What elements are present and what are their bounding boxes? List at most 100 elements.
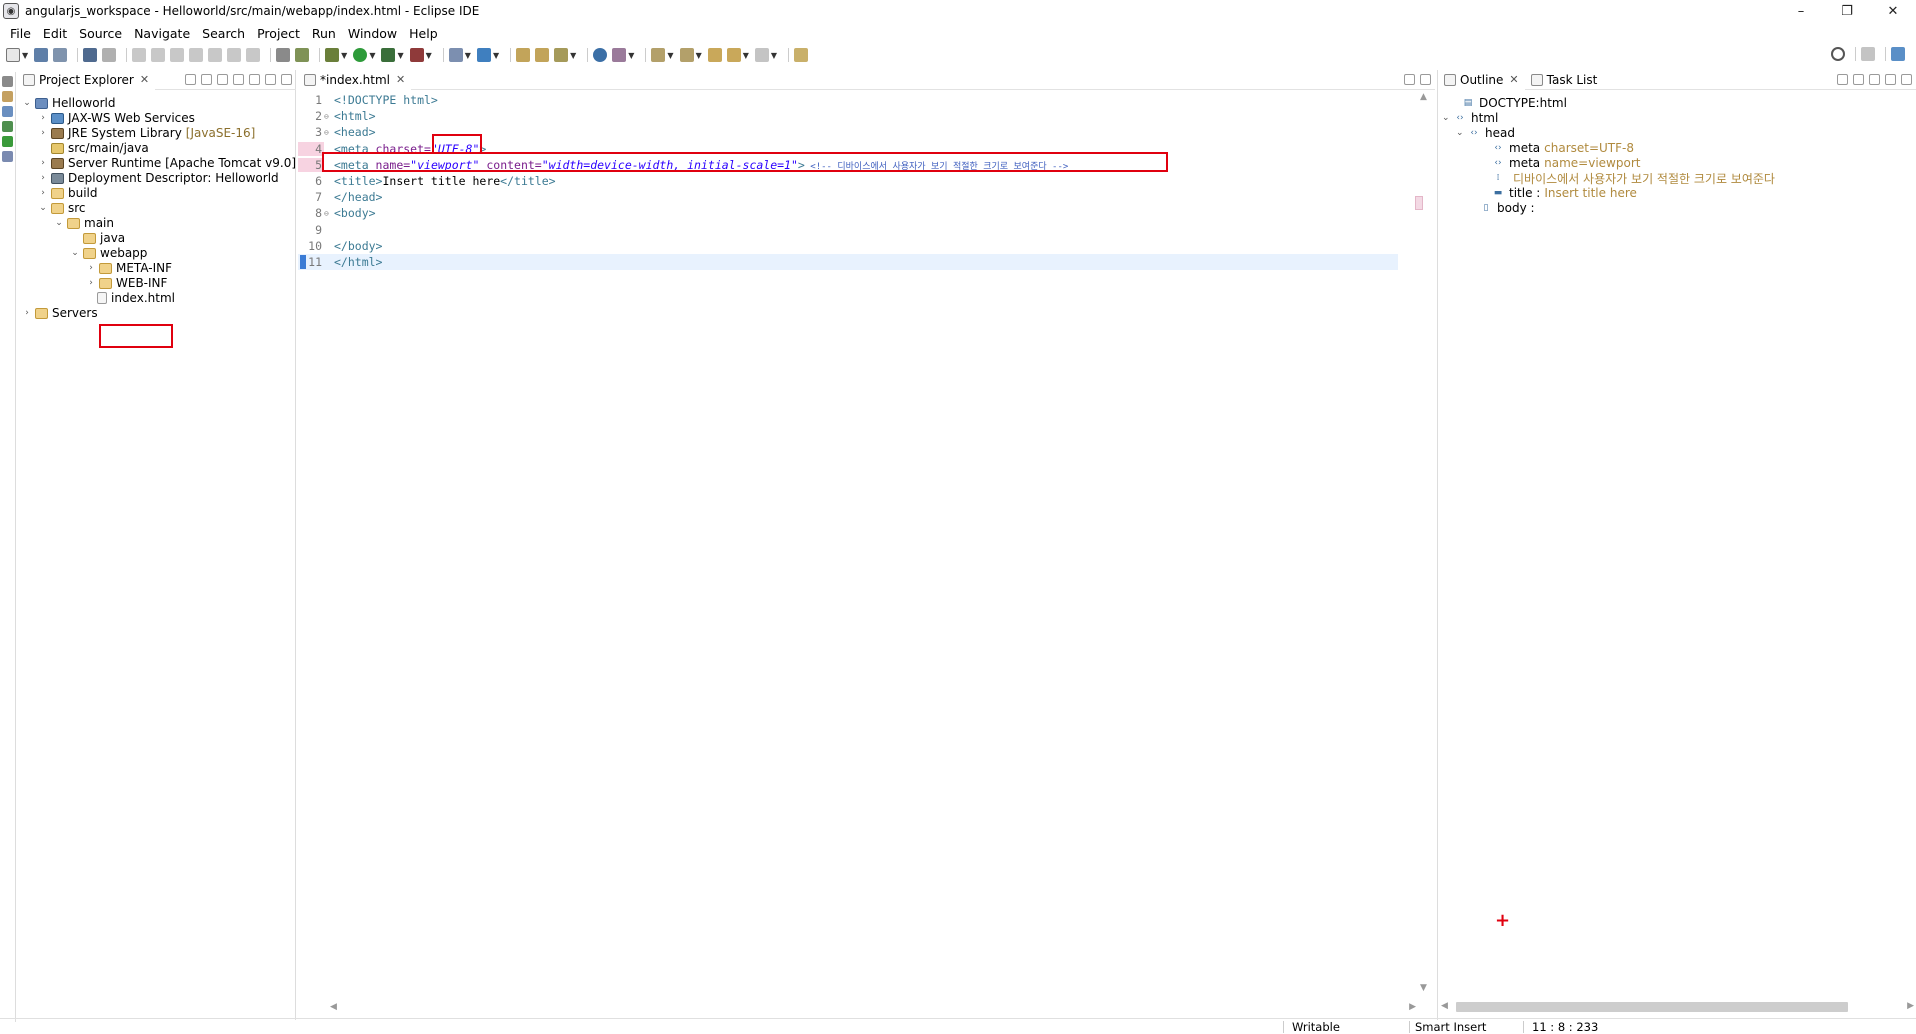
coverage-dropdown-icon[interactable]: ▼: [397, 51, 403, 60]
new-server-icon[interactable]: [448, 48, 463, 62]
tree-item[interactable]: › Servers: [21, 304, 97, 322]
menu-search[interactable]: Search: [196, 26, 251, 41]
menu-navigate[interactable]: Navigate: [128, 26, 196, 41]
minimize-button[interactable]: –: [1778, 0, 1824, 22]
step-over-icon[interactable]: [227, 48, 242, 62]
code-line[interactable]: 8 ⊖ <body>: [298, 205, 1398, 221]
next-annotation-dropdown-icon[interactable]: ▼: [667, 51, 673, 60]
save-all-icon[interactable]: [53, 48, 68, 62]
build-icon[interactable]: [295, 48, 310, 62]
focus-icon[interactable]: [233, 74, 244, 85]
restore-icon[interactable]: [2, 76, 13, 87]
menu-edit[interactable]: Edit: [37, 26, 73, 41]
menu-window[interactable]: Window: [342, 26, 403, 41]
debug-dropdown-icon[interactable]: ▼: [341, 51, 347, 60]
step-into-icon[interactable]: [208, 48, 223, 62]
chevron-right-icon[interactable]: ›: [37, 188, 49, 198]
chevron-right-icon[interactable]: ›: [37, 128, 49, 138]
status-insert-mode[interactable]: Smart Insert: [1415, 1020, 1486, 1034]
minimize-view-icon[interactable]: [1404, 74, 1415, 85]
markers-view-icon[interactable]: [2, 136, 13, 147]
chevron-down-icon[interactable]: ⌄: [1456, 128, 1468, 138]
outline-horizontal-scrollbar[interactable]: ◀ ▶: [1438, 1000, 1916, 1014]
servers-view-icon[interactable]: [2, 121, 13, 132]
back-icon[interactable]: [726, 48, 741, 62]
run-icon[interactable]: [353, 48, 368, 62]
last-edit-location-icon[interactable]: [707, 48, 722, 62]
web-browser-icon[interactable]: [593, 48, 608, 62]
terminate-icon[interactable]: [170, 48, 185, 62]
collapse-all-icon[interactable]: [185, 74, 196, 85]
fold-toggle-icon[interactable]: ⊖: [324, 128, 332, 137]
menu-run[interactable]: Run: [306, 26, 342, 41]
new-server-dropdown-icon[interactable]: ▼: [465, 51, 471, 60]
code-line[interactable]: 9: [298, 222, 1398, 238]
pin-editor-icon[interactable]: [794, 48, 809, 62]
chevron-right-icon[interactable]: ›: [85, 278, 97, 288]
forward-icon[interactable]: [754, 48, 769, 62]
chevron-down-icon[interactable]: ⌄: [53, 218, 65, 228]
tab-task-list[interactable]: Task List: [1525, 70, 1604, 90]
minimize-view-icon[interactable]: [1885, 74, 1896, 85]
open-perspective-icon[interactable]: [1861, 47, 1875, 61]
new-class-icon[interactable]: [476, 48, 491, 62]
save-icon[interactable]: [34, 48, 49, 62]
open-task-dropdown-icon[interactable]: ▼: [570, 51, 576, 60]
chevron-right-icon[interactable]: ›: [37, 173, 49, 183]
new-icon[interactable]: [6, 48, 20, 62]
close-icon[interactable]: ✕: [396, 73, 405, 86]
link-with-editor-icon[interactable]: [201, 74, 212, 85]
chevron-down-icon[interactable]: ⌄: [1442, 113, 1454, 123]
minimize-view-icon[interactable]: [265, 74, 276, 85]
chevron-right-icon[interactable]: ›: [37, 158, 49, 168]
code-line[interactable]: 6 <title>Insert title here</title>: [298, 173, 1398, 189]
external-tools-icon[interactable]: [409, 48, 424, 62]
skip-breakpoints-icon[interactable]: [102, 48, 117, 62]
editor-horizontal-scrollbar[interactable]: ◀ ▶: [328, 1002, 1418, 1014]
previous-annotation-dropdown-icon[interactable]: ▼: [696, 51, 702, 60]
scroll-left-icon[interactable]: ◀: [1441, 1001, 1448, 1011]
scrollbar-thumb[interactable]: [1456, 1002, 1848, 1012]
status-cursor-position[interactable]: 11 : 8 : 233: [1532, 1020, 1598, 1034]
java-ee-perspective-icon[interactable]: [1891, 47, 1905, 61]
back-dropdown-icon[interactable]: ▼: [743, 51, 749, 60]
next-annotation-icon[interactable]: [651, 48, 666, 62]
filter-icon[interactable]: [217, 74, 228, 85]
menu-file[interactable]: File: [4, 26, 37, 41]
view-menu-icon[interactable]: [249, 74, 260, 85]
package-explorer-icon[interactable]: [2, 91, 13, 102]
terminal-icon[interactable]: [83, 48, 98, 62]
maximize-view-icon[interactable]: [1420, 74, 1431, 85]
code-line[interactable]: 10 </body>: [298, 238, 1398, 254]
view-menu-icon[interactable]: [1869, 74, 1880, 85]
scroll-down-icon[interactable]: ▼: [1420, 983, 1427, 993]
open-task-icon[interactable]: [554, 48, 569, 62]
debug-icon[interactable]: [325, 48, 340, 62]
outline-item[interactable]: ▯ body :: [1468, 199, 1535, 217]
chevron-down-icon[interactable]: ⌄: [69, 248, 81, 258]
chevron-down-icon[interactable]: ⌄: [37, 203, 49, 213]
resume-icon[interactable]: [132, 48, 147, 62]
coverage-icon[interactable]: [381, 48, 396, 62]
open-resource-icon[interactable]: [535, 48, 550, 62]
previous-annotation-icon[interactable]: [679, 48, 694, 62]
tab-index-html[interactable]: *index.html ✕: [298, 69, 412, 90]
maximize-view-icon[interactable]: [1901, 74, 1912, 85]
toggle-mark-icon[interactable]: [276, 48, 291, 62]
disconnect-icon[interactable]: [189, 48, 204, 62]
menu-help[interactable]: Help: [403, 26, 444, 41]
fold-toggle-icon[interactable]: ⊖: [324, 112, 332, 121]
code-line[interactable]: 7 </head>: [298, 189, 1398, 205]
tab-project-explorer[interactable]: Project Explorer ✕: [17, 69, 156, 90]
collapse-all-icon[interactable]: [1853, 74, 1864, 85]
chevron-down-icon[interactable]: ⌄: [21, 98, 33, 108]
menu-source[interactable]: Source: [73, 26, 128, 41]
code-editor[interactable]: 1 <!DOCTYPE html> 2 ⊖ <html> 3 ⊖ <head> 4 <meta c…: [298, 90, 1418, 995]
open-type-icon[interactable]: [516, 48, 531, 62]
editor-vertical-scrollbar[interactable]: ▲ ▼: [1418, 90, 1430, 995]
menu-project[interactable]: Project: [251, 26, 306, 41]
sort-icon[interactable]: [1837, 74, 1848, 85]
code-line[interactable]: 2 ⊖ <html>: [298, 108, 1398, 124]
close-icon[interactable]: ✕: [140, 73, 149, 86]
step-return-icon[interactable]: [246, 48, 261, 62]
